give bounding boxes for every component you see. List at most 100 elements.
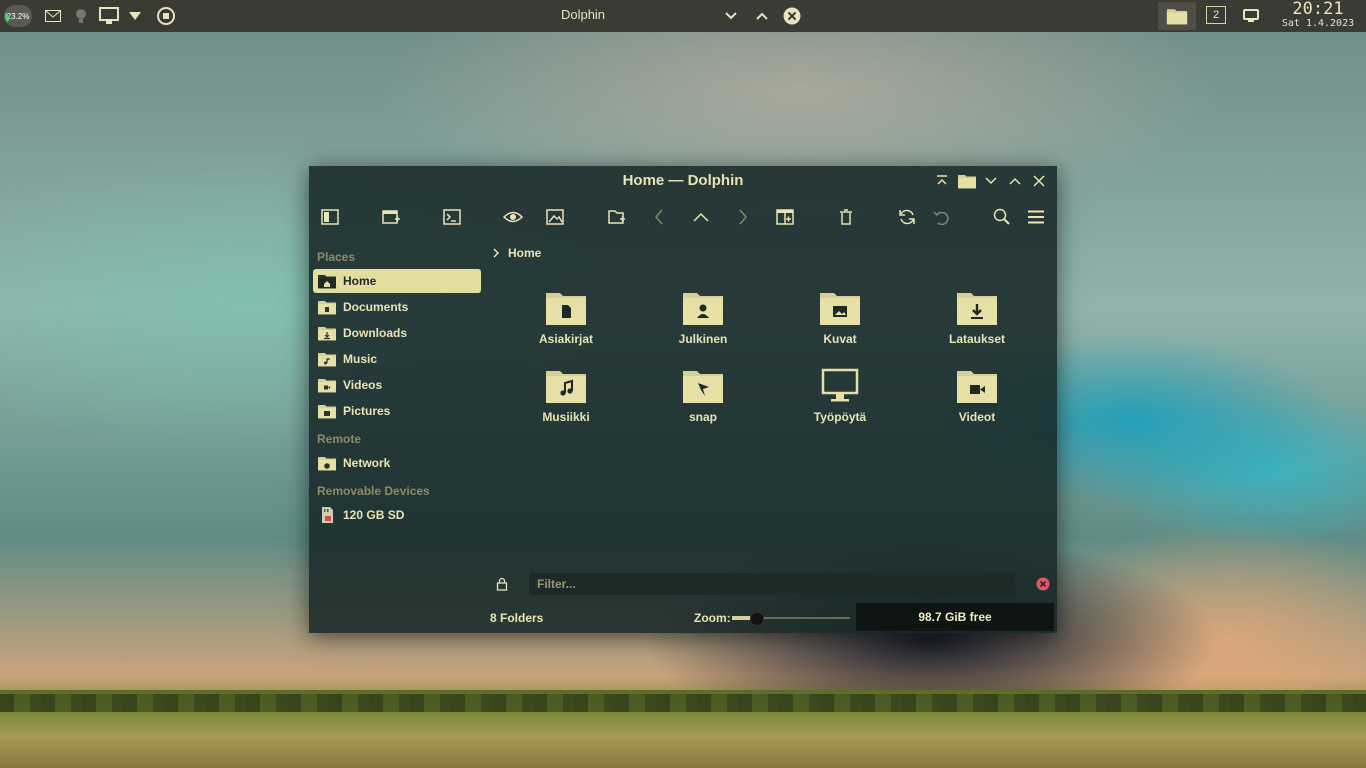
lock-icon[interactable]: [496, 577, 508, 596]
toggle-panel-icon[interactable]: [317, 204, 343, 230]
sidebar-item-music[interactable]: Music: [313, 347, 481, 371]
clock-date: Sat 1.4.2023: [1281, 18, 1355, 29]
remote-header: Remote: [317, 432, 362, 446]
window-minimize-icon[interactable]: [983, 173, 999, 189]
minimize-icon[interactable]: [723, 8, 739, 24]
display-icon[interactable]: [98, 6, 120, 26]
dolphin-window: Home — Dolphin Places Home Documents Dow…: [309, 166, 1057, 633]
documents-folder-icon: [317, 299, 337, 315]
sidebar-item-sd-card[interactable]: 120 GB SD: [313, 503, 481, 527]
places-panel: Places Home Documents Downloads Music Vi…: [309, 242, 486, 633]
split-view-icon[interactable]: [772, 204, 798, 230]
maximize-icon[interactable]: [754, 8, 770, 24]
sidebar-item-pictures[interactable]: Pictures: [313, 399, 481, 423]
home-folder-icon: [317, 273, 337, 289]
sidebar-item-label: Pictures: [343, 404, 391, 418]
sidebar-item-label: 120 GB SD: [343, 508, 405, 522]
sidebar-item-videos[interactable]: Videos: [313, 373, 481, 397]
breadcrumb-chevron-icon: [493, 248, 500, 258]
active-task-title[interactable]: Dolphin: [540, 7, 626, 22]
keep-above-icon[interactable]: [934, 173, 950, 189]
places-header: Places: [317, 250, 356, 264]
folder-item-kuvat[interactable]: Kuvat: [785, 286, 895, 356]
back-icon[interactable]: [646, 204, 672, 230]
titlebar[interactable]: Home — Dolphin: [309, 166, 1057, 196]
lightbulb-icon[interactable]: [74, 7, 88, 25]
folder-label: Työpöytä: [813, 410, 867, 424]
clear-filter-icon[interactable]: [1036, 577, 1050, 596]
close-icon[interactable]: [782, 6, 802, 26]
folder-item-videot[interactable]: Videot: [922, 364, 1032, 434]
item-count: 8 Folders: [490, 611, 544, 625]
breadcrumb[interactable]: Home: [492, 246, 541, 260]
folder-label: Videot: [958, 410, 996, 424]
document-folder-icon: [544, 286, 588, 328]
task-dolphin-folder-icon[interactable]: [1158, 2, 1196, 30]
mail-icon[interactable]: [44, 7, 62, 25]
removable-devices-header: Removable Devices: [317, 484, 430, 498]
window-folder-icon: [956, 173, 978, 189]
clock-time: 20:21: [1292, 0, 1344, 19]
file-view: Home Asiakirjat Julkinen Kuvat Lataukset…: [486, 234, 1057, 633]
window-close-icon[interactable]: [1031, 173, 1047, 189]
top-panel: 23.2% Dolphin 2 20:21 Sat 1.4.2023: [0, 0, 1366, 32]
folder-label: Julkinen: [678, 332, 728, 346]
sidebar-item-documents[interactable]: Documents: [313, 295, 481, 319]
filter-bar: [486, 569, 1057, 599]
sidebar-item-label: Network: [343, 456, 391, 470]
folder-item-lataukset[interactable]: Lataukset: [922, 286, 1032, 356]
reload-icon[interactable]: [894, 204, 920, 230]
up-icon[interactable]: [688, 204, 714, 230]
folder-item-musiikki[interactable]: Musiikki: [511, 364, 621, 434]
sidebar-item-label: Videos: [343, 378, 383, 392]
forward-icon[interactable]: [730, 204, 756, 230]
folder-item-snap[interactable]: snap: [648, 364, 758, 434]
free-space-label: 98.7 GiB free: [918, 610, 992, 624]
screen-icon[interactable]: [1242, 7, 1260, 25]
zoom-label: Zoom:: [694, 611, 731, 625]
pictures-folder-icon: [317, 403, 337, 419]
desktop-pager[interactable]: 2: [1206, 6, 1226, 24]
clock[interactable]: 20:21 Sat 1.4.2023: [1270, 1, 1366, 30]
downloads-folder-icon: [317, 325, 337, 341]
sidebar-item-label: Downloads: [343, 326, 408, 340]
sidebar-item-downloads[interactable]: Downloads: [313, 321, 481, 345]
folder-label: Kuvat: [823, 332, 857, 346]
music-folder-icon: [317, 351, 337, 367]
filter-input[interactable]: [529, 573, 1015, 595]
battery-charge-arc: [5, 12, 10, 22]
folder-label: Asiakirjat: [538, 332, 594, 346]
folder-label: Musiikki: [542, 410, 590, 424]
image-preview-icon[interactable]: [542, 204, 568, 230]
window-maximize-icon[interactable]: [1007, 173, 1023, 189]
sidebar-item-home[interactable]: Home: [313, 269, 481, 293]
terminal-icon[interactable]: [439, 204, 465, 230]
zoom-slider[interactable]: [732, 612, 850, 626]
trash-icon[interactable]: [833, 204, 859, 230]
sidebar-item-network[interactable]: Network: [313, 451, 481, 475]
record-icon[interactable]: [156, 6, 176, 26]
zoom-slider-handle[interactable]: [750, 612, 764, 626]
download-folder-icon: [955, 286, 999, 328]
sidebar-item-label: Documents: [343, 300, 409, 314]
chevron-down-icon[interactable]: [128, 10, 142, 22]
preview-eye-icon[interactable]: [500, 204, 526, 230]
undo-icon[interactable]: [928, 204, 954, 230]
folder-item-julkinen[interactable]: Julkinen: [648, 286, 758, 356]
videos-folder-icon: [317, 377, 337, 393]
music-folder-icon: [544, 364, 588, 406]
free-space-indicator[interactable]: 98.7 GiB free: [856, 603, 1054, 631]
new-folder-icon[interactable]: [604, 204, 630, 230]
sd-card-icon: [317, 507, 337, 523]
desktop-icon: [818, 364, 862, 406]
snap-folder-icon: [681, 364, 725, 406]
hamburger-menu-icon[interactable]: [1023, 204, 1049, 230]
folder-item-tyopoyta[interactable]: Työpöytä: [785, 364, 895, 434]
network-folder-icon: [317, 455, 337, 471]
breadcrumb-current[interactable]: Home: [508, 246, 541, 260]
toolbar: [309, 198, 1057, 234]
search-icon[interactable]: [989, 204, 1015, 230]
folder-item-asiakirjat[interactable]: Asiakirjat: [511, 286, 621, 356]
new-window-icon[interactable]: [378, 204, 404, 230]
image-folder-icon: [818, 286, 862, 328]
